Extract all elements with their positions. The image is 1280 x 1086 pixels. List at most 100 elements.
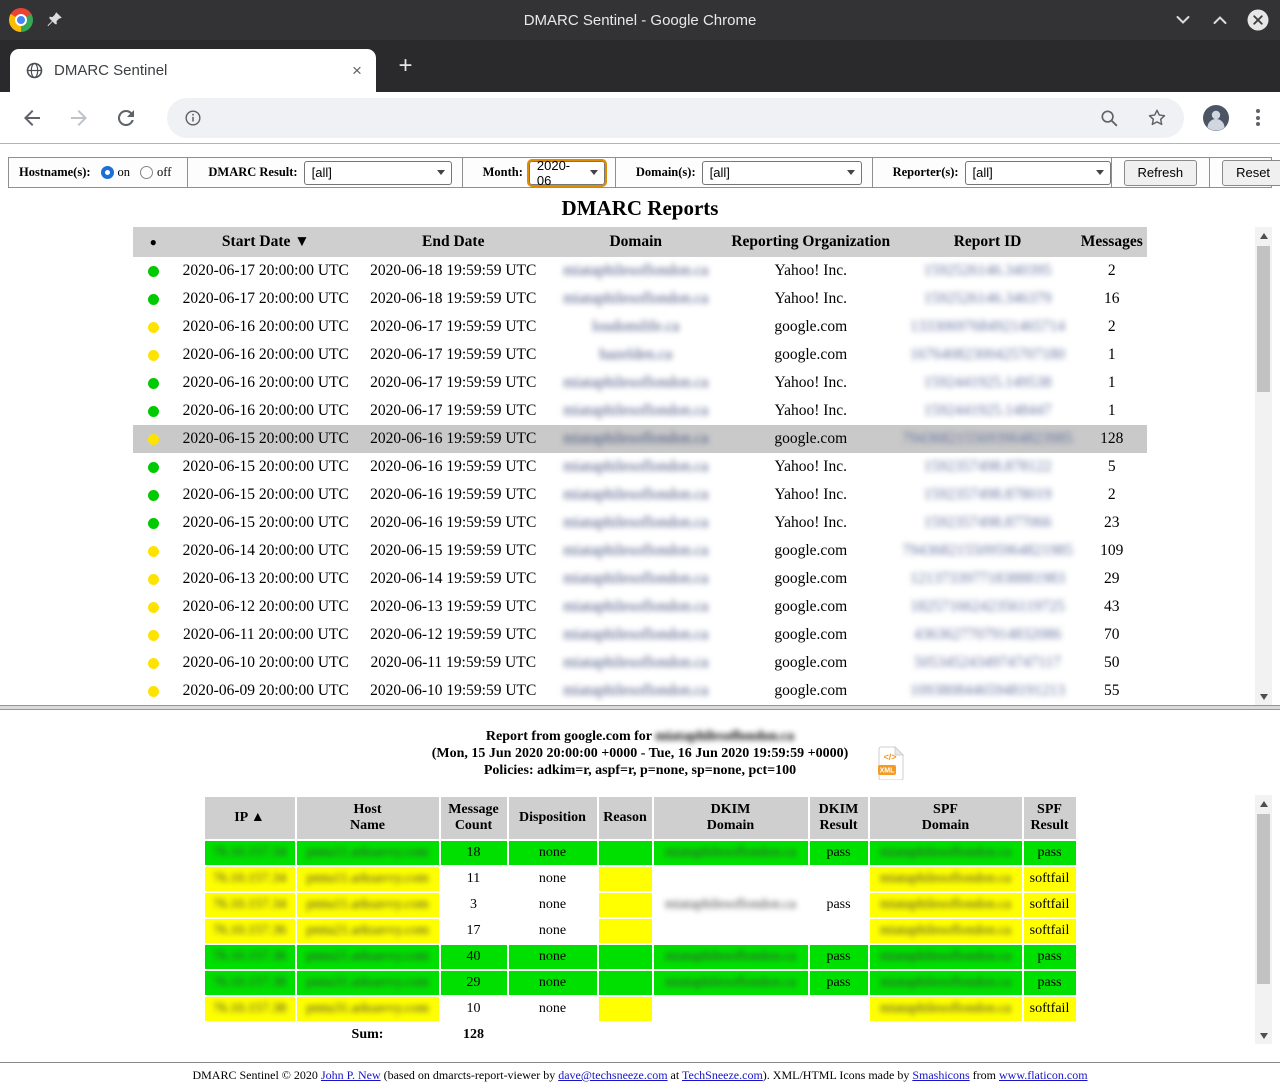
report-id: 1592357498.878122 xyxy=(898,453,1077,481)
hostname-on-radio[interactable] xyxy=(101,166,114,179)
reason xyxy=(599,867,652,891)
footer-link[interactable]: www.flaticon.com xyxy=(999,1068,1088,1082)
hostname-off-radio[interactable] xyxy=(140,166,153,179)
scroll-up-button[interactable] xyxy=(1255,795,1272,812)
zoom-icon[interactable] xyxy=(1098,107,1120,129)
scrollbar-track[interactable] xyxy=(1255,812,1272,1027)
detail-column-header[interactable]: IP ▲ xyxy=(205,797,295,839)
source-ip: 76.10.157.34 xyxy=(205,841,295,865)
scrollbar-thumb[interactable] xyxy=(1257,814,1270,984)
reports-column-header[interactable]: Domain xyxy=(548,227,723,257)
spf-result: softfail xyxy=(1024,997,1076,1021)
reporting-org: google.com xyxy=(723,621,898,649)
domains-select[interactable]: [all] xyxy=(702,161,862,185)
footer-link[interactable]: Smashicons xyxy=(912,1068,969,1082)
detail-policies: Policies: adkim=r, aspf=r, p=none, sp=no… xyxy=(0,762,1280,779)
report-row[interactable]: 2020-06-09 20:00:00 UTC2020-06-10 19:59:… xyxy=(133,677,1147,705)
month-select[interactable]: 2020-06 xyxy=(529,161,605,185)
dkim-domain: miataphilesoflondon.ca xyxy=(654,971,808,995)
bookmark-star-icon[interactable] xyxy=(1146,107,1168,129)
reports-column-header[interactable]: End Date xyxy=(358,227,548,257)
detail-column-header: SPF Domain xyxy=(870,797,1022,839)
report-id-redacted-text: 1592441925.148447 xyxy=(924,402,1052,419)
scroll-up-button[interactable] xyxy=(1255,227,1272,244)
menu-icon[interactable] xyxy=(1250,107,1266,129)
new-tab-button[interactable]: + xyxy=(392,53,419,80)
window-close-button[interactable] xyxy=(1246,8,1270,32)
detail-scrollbar[interactable] xyxy=(1255,795,1272,1044)
scroll-down-button[interactable] xyxy=(1255,688,1272,705)
spf-domain: miataphilesoflondon.ca xyxy=(870,997,1022,1021)
tab-strip: DMARC Sentinel × + xyxy=(0,40,1280,92)
report-row[interactable]: 2020-06-17 20:00:00 UTC2020-06-18 19:59:… xyxy=(133,285,1147,313)
dmarc-result-select[interactable]: [all] xyxy=(304,161,452,185)
source-ip: 76.10.157.36 xyxy=(205,945,295,969)
page-title: DMARC Reports xyxy=(0,195,1280,221)
reporting-org: Yahoo! Inc. xyxy=(723,481,898,509)
reports-column-header[interactable]: Messages xyxy=(1077,227,1147,257)
hostname-label: Hostname(s): xyxy=(19,165,91,180)
report-row[interactable]: 2020-06-15 20:00:00 UTC2020-06-16 19:59:… xyxy=(133,425,1147,453)
report-row[interactable]: 2020-06-16 20:00:00 UTC2020-06-17 19:59:… xyxy=(133,313,1147,341)
report-id-redacted-text: 18257166242356119725 xyxy=(910,598,1064,615)
host-name: pmta11.arksavvy.com xyxy=(297,841,439,865)
info-icon[interactable] xyxy=(183,108,203,128)
reports-scrollbar[interactable] xyxy=(1255,227,1272,705)
reports-column-header[interactable]: Start Date ▼ xyxy=(173,227,358,257)
detail-row: 76.10.157.34pmta11.arksavvy.com18nonemia… xyxy=(205,841,1076,865)
reporting-org: google.com xyxy=(723,313,898,341)
report-id: 1592441925.149538 xyxy=(898,369,1077,397)
report-row[interactable]: 2020-06-16 20:00:00 UTC2020-06-17 19:59:… xyxy=(133,397,1147,425)
back-icon[interactable] xyxy=(20,106,44,130)
reports-column-header[interactable]: Report ID xyxy=(898,227,1077,257)
browser-tab[interactable]: DMARC Sentinel × xyxy=(10,49,376,92)
dkim-domain: miataphilesoflondon.ca xyxy=(654,893,808,917)
report-row[interactable]: 2020-06-16 20:00:00 UTC2020-06-17 19:59:… xyxy=(133,341,1147,369)
reporters-select[interactable]: [all] xyxy=(965,161,1111,185)
source-ip: 76.10.157.38 xyxy=(205,971,295,995)
reload-icon[interactable] xyxy=(114,106,138,130)
footer-link[interactable]: dave@techsneeze.com xyxy=(558,1068,667,1082)
report-row[interactable]: 2020-06-17 20:00:00 UTC2020-06-18 19:59:… xyxy=(133,257,1147,285)
report-row[interactable]: 2020-06-13 20:00:00 UTC2020-06-14 19:59:… xyxy=(133,565,1147,593)
messages: 55 xyxy=(1077,677,1147,705)
tab-close-button[interactable]: × xyxy=(346,60,368,82)
svg-text:</>: </> xyxy=(883,752,896,762)
scroll-down-button[interactable] xyxy=(1255,1027,1272,1044)
report-status-cell xyxy=(133,677,173,705)
report-row[interactable]: 2020-06-15 20:00:00 UTC2020-06-16 19:59:… xyxy=(133,509,1147,537)
spf-domain: miataphilesoflondon.ca xyxy=(870,945,1022,969)
report-row[interactable]: 2020-06-10 20:00:00 UTC2020-06-11 19:59:… xyxy=(133,649,1147,677)
address-bar[interactable] xyxy=(167,98,1184,138)
source-ip: 76.10.157.34 xyxy=(205,867,295,891)
footer-link[interactable]: John P. New xyxy=(321,1068,381,1082)
report-row[interactable]: 2020-06-12 20:00:00 UTC2020-06-13 19:59:… xyxy=(133,593,1147,621)
detail-title-line: Report from google.com for miataphilesof… xyxy=(0,728,1280,745)
scrollbar-thumb[interactable] xyxy=(1257,246,1270,392)
refresh-button[interactable]: Refresh xyxy=(1124,160,1198,186)
profile-avatar[interactable] xyxy=(1202,104,1230,132)
reset-button[interactable]: Reset xyxy=(1222,160,1280,186)
report-row[interactable]: 2020-06-15 20:00:00 UTC2020-06-16 19:59:… xyxy=(133,453,1147,481)
start-date: 2020-06-10 20:00:00 UTC xyxy=(173,649,358,677)
window-minimize-icon[interactable] xyxy=(1172,9,1194,31)
footer-link[interactable]: TechSneeze.com xyxy=(682,1068,763,1082)
forward-icon[interactable] xyxy=(67,106,91,130)
report-row[interactable]: 2020-06-15 20:00:00 UTC2020-06-16 19:59:… xyxy=(133,481,1147,509)
reports-column-header[interactable]: Reporting Organization xyxy=(723,227,898,257)
xml-file-icon[interactable]: </> XML xyxy=(877,746,905,780)
report-row[interactable]: 2020-06-16 20:00:00 UTC2020-06-17 19:59:… xyxy=(133,369,1147,397)
report-id-redacted-text: 12137339771838881983 xyxy=(910,570,1065,587)
scrollbar-track[interactable] xyxy=(1255,244,1272,688)
disposition: none xyxy=(509,841,597,865)
report-row[interactable]: 2020-06-11 20:00:00 UTC2020-06-12 19:59:… xyxy=(133,621,1147,649)
dkim-result xyxy=(810,919,868,943)
reports-column-header[interactable]: ● xyxy=(133,227,173,257)
report-id: 12137339771838881983 xyxy=(898,565,1077,593)
report-row[interactable]: 2020-06-14 20:00:00 UTC2020-06-15 19:59:… xyxy=(133,537,1147,565)
report-status-cell xyxy=(133,537,173,565)
detail-row: 76.10.157.36pmta21.arksavvy.com40nonemia… xyxy=(205,945,1076,969)
source-ip-redacted-text: 76.10.157.36 xyxy=(213,923,287,938)
window-maximize-icon[interactable] xyxy=(1209,9,1231,31)
messages: 1 xyxy=(1077,397,1147,425)
